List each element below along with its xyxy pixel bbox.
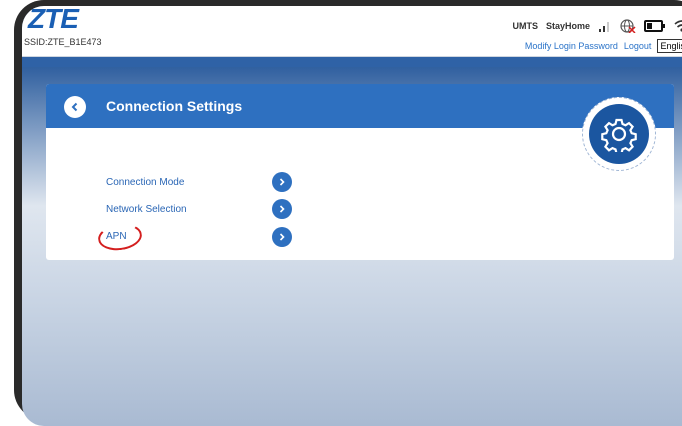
ssid-label: SSID:ZTE_B1E473 bbox=[24, 37, 102, 47]
logout-link[interactable]: Logout bbox=[624, 41, 652, 51]
language-value: English bbox=[660, 41, 682, 51]
card-header: Connection Settings bbox=[46, 84, 674, 128]
network-selection-arrow-button[interactable] bbox=[272, 199, 292, 219]
back-button[interactable] bbox=[64, 96, 86, 118]
operator-name: StayHome bbox=[545, 21, 590, 31]
top-bar: ZTE SSID:ZTE_B1E473 UMTS StayHome 0 Modi… bbox=[22, 6, 682, 57]
connection-mode-arrow-button[interactable] bbox=[272, 172, 292, 192]
chevron-right-icon bbox=[279, 233, 285, 241]
gear-icon bbox=[601, 118, 637, 152]
screen: ZTE SSID:ZTE_B1E473 UMTS StayHome 0 Modi… bbox=[22, 6, 682, 426]
page-title: Connection Settings bbox=[106, 98, 243, 114]
header-links: Modify Login Password Logout English ▾ bbox=[525, 39, 682, 53]
red-annotation-circle bbox=[96, 221, 144, 253]
zte-logo: ZTE bbox=[28, 6, 79, 34]
globe-disconnected-icon bbox=[620, 19, 636, 33]
chevron-left-icon bbox=[71, 102, 78, 112]
blue-strip bbox=[22, 57, 682, 67]
settings-card: Connection Settings Connection Mode Netw… bbox=[46, 84, 674, 260]
status-bar: UMTS StayHome 0 bbox=[512, 19, 682, 33]
menu-item-connection-mode[interactable]: Connection Mode bbox=[106, 177, 184, 188]
gear-circle bbox=[589, 104, 649, 164]
menu-item-network-selection[interactable]: Network Selection bbox=[106, 204, 187, 215]
battery-icon bbox=[644, 20, 666, 32]
signal-icon bbox=[598, 20, 612, 32]
network-type: UMTS bbox=[512, 21, 538, 31]
language-select[interactable]: English ▾ bbox=[657, 39, 682, 53]
chevron-right-icon bbox=[279, 205, 285, 213]
apn-arrow-button[interactable] bbox=[272, 227, 292, 247]
gear-badge bbox=[582, 97, 656, 171]
chevron-right-icon bbox=[279, 178, 285, 186]
modify-password-link[interactable]: Modify Login Password bbox=[525, 41, 618, 51]
wifi-icon: 0 bbox=[674, 19, 682, 33]
